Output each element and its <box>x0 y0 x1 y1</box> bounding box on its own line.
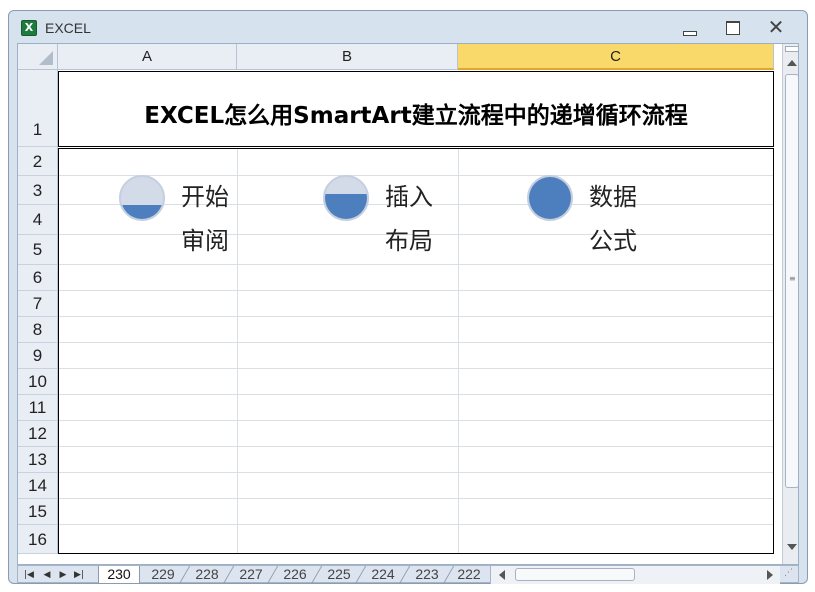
sheet-tab-230[interactable]: 230 <box>98 566 140 584</box>
sheet-tab[interactable]: 222 <box>450 566 488 584</box>
close-button[interactable]: ✕ <box>764 17 788 39</box>
scroll-thumb[interactable]: ≡ <box>785 74 798 488</box>
row-header[interactable]: 15 <box>18 499 58 525</box>
title-cell[interactable]: EXCEL怎么用SmartArt建立流程中的递增循环流程 <box>58 71 774 147</box>
next-sheet-icon[interactable]: ▶ <box>56 568 70 582</box>
progress-circle-3[interactable] <box>527 175 573 221</box>
minimize-button[interactable] <box>677 17 701 39</box>
column-header-c[interactable]: C <box>458 44 774 70</box>
column-header-b[interactable]: B <box>237 44 458 70</box>
progress-fill <box>325 193 367 219</box>
scroll-left-icon[interactable] <box>499 570 505 580</box>
first-sheet-icon[interactable]: |◀ <box>22 568 36 582</box>
progress-fill <box>121 205 163 219</box>
sheet-tab[interactable]: 227 <box>230 566 272 584</box>
row-header[interactable]: 12 <box>18 421 58 447</box>
row-header[interactable]: 10 <box>18 369 58 395</box>
sheet-tab[interactable]: 226 <box>274 566 316 584</box>
resize-grip-icon[interactable]: ⋰ <box>784 568 798 582</box>
row-header[interactable]: 16 <box>18 525 58 554</box>
maximize-button[interactable] <box>721 17 745 39</box>
smartart-label: 公式 <box>589 227 637 255</box>
smartart-label: 插入 <box>385 183 433 211</box>
row-header[interactable]: 8 <box>18 317 58 343</box>
excel-icon: X <box>21 20 37 36</box>
row-header[interactable]: 1 <box>18 70 58 147</box>
smartart-label: 开始 <box>181 183 229 211</box>
sheet-tab[interactable]: 223 <box>406 566 448 584</box>
row-header[interactable]: 6 <box>18 265 58 291</box>
sheet-tab[interactable]: 229 <box>142 566 184 584</box>
row-header[interactable]: 14 <box>18 473 58 499</box>
scroll-right-icon[interactable] <box>767 570 773 580</box>
smartart-label: 数据 <box>589 183 637 211</box>
window-title: EXCEL <box>45 20 91 36</box>
row-header[interactable]: 11 <box>18 395 58 421</box>
excel-window: X EXCEL ✕ A B C 1 2 3 4 5 6 7 8 9 10 11 … <box>8 10 808 584</box>
worksheet-grid[interactable]: A B C 1 2 3 4 5 6 7 8 9 10 11 12 13 14 1… <box>17 43 799 565</box>
split-box[interactable] <box>785 46 798 52</box>
grip-icon: ≡ <box>789 274 796 283</box>
row-header[interactable]: 13 <box>18 447 58 473</box>
progress-fill <box>529 177 571 219</box>
sheet-tab[interactable]: 228 <box>186 566 228 584</box>
row-header[interactable]: 9 <box>18 343 58 369</box>
page-title: EXCEL怎么用SmartArt建立流程中的递增循环流程 <box>144 103 688 129</box>
title-bar: X EXCEL ✕ <box>9 11 807 45</box>
smartart-label: 布局 <box>385 227 433 255</box>
sheet-tab-bar: |◀ ◀ ▶ ▶| 230 229 228 227 226 225 224 22… <box>17 565 799 584</box>
progress-circle-1[interactable] <box>119 175 165 221</box>
row-header[interactable]: 7 <box>18 291 58 317</box>
smartart-label: 审阅 <box>181 227 229 255</box>
row-header[interactable]: 5 <box>18 235 58 265</box>
scroll-up-icon[interactable] <box>787 60 797 66</box>
prev-sheet-icon[interactable]: ◀ <box>40 568 54 582</box>
horizontal-scrollbar[interactable] <box>490 566 780 584</box>
select-all-corner[interactable] <box>18 44 58 70</box>
row-header[interactable]: 4 <box>18 205 58 235</box>
vertical-scrollbar[interactable]: ≡ <box>782 44 798 564</box>
last-sheet-icon[interactable]: ▶| <box>72 568 86 582</box>
scroll-thumb[interactable] <box>515 568 635 581</box>
row-header[interactable]: 3 <box>18 176 58 205</box>
row-header[interactable]: 2 <box>18 147 58 176</box>
sheet-tab[interactable]: 225 <box>318 566 360 584</box>
sheet-tab[interactable]: 224 <box>362 566 404 584</box>
column-header-a[interactable]: A <box>58 44 237 70</box>
smartart-graphic[interactable]: 开始 审阅 插入 布局 数据 公式 <box>58 148 774 554</box>
progress-circle-2[interactable] <box>323 175 369 221</box>
scroll-down-icon[interactable] <box>787 544 797 550</box>
